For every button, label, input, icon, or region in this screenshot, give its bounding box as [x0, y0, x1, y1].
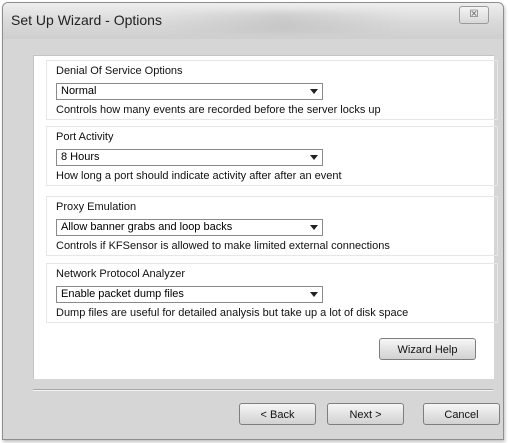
port-activity-value: 8 Hours [61, 151, 100, 163]
network-protocol-analyzer-select[interactable]: Enable packet dump files [56, 286, 323, 303]
close-button[interactable]: ☒ [459, 6, 489, 24]
wizard-help-button[interactable]: Wizard Help [379, 338, 476, 360]
port-activity-label: Port Activity [56, 131, 114, 143]
denial-of-service-description: Controls how many events are recorded be… [56, 104, 381, 116]
proxy-emulation-value: Allow banner grabs and loop backs [61, 221, 233, 233]
network-protocol-analyzer-value: Enable packet dump files [61, 288, 184, 300]
proxy-emulation-label: Proxy Emulation [56, 201, 137, 213]
network-protocol-analyzer-group: Network Protocol Analyzer Enable packet … [46, 263, 498, 323]
denial-of-service-value: Normal [61, 85, 97, 97]
dropdown-arrow-icon [310, 292, 318, 297]
port-activity-group: Port Activity 8 Hours How long a port sh… [46, 126, 498, 186]
denial-of-service-group: Denial Of Service Options Normal Control… [46, 60, 498, 120]
title-bar-glare [163, 11, 403, 33]
back-button[interactable]: < Back [239, 403, 316, 425]
proxy-emulation-description: Controls if KFSensor is allowed to make … [56, 240, 390, 252]
network-protocol-analyzer-description: Dump files are useful for detailed analy… [56, 307, 409, 319]
next-button[interactable]: Next > [327, 403, 404, 425]
separator-line [33, 389, 493, 391]
proxy-emulation-select[interactable]: Allow banner grabs and loop backs [56, 219, 323, 236]
title-bar[interactable]: Set Up Wizard - Options ☒ [3, 3, 503, 39]
wizard-window: Set Up Wizard - Options ☒ Denial Of Serv… [2, 2, 504, 440]
dropdown-arrow-icon [310, 225, 318, 230]
proxy-emulation-group: Proxy Emulation Allow banner grabs and l… [46, 196, 498, 256]
network-protocol-analyzer-label: Network Protocol Analyzer [56, 268, 185, 280]
cancel-button[interactable]: Cancel [423, 403, 500, 425]
options-panel: Denial Of Service Options Normal Control… [33, 55, 498, 379]
port-activity-select[interactable]: 8 Hours [56, 149, 323, 166]
dropdown-arrow-icon [310, 89, 318, 94]
close-icon: ☒ [469, 9, 479, 20]
denial-of-service-label: Denial Of Service Options [56, 65, 183, 77]
port-activity-description: How long a port should indicate activity… [56, 170, 342, 182]
denial-of-service-select[interactable]: Normal [56, 83, 323, 100]
window-title: Set Up Wizard - Options [11, 12, 162, 28]
dropdown-arrow-icon [310, 155, 318, 160]
